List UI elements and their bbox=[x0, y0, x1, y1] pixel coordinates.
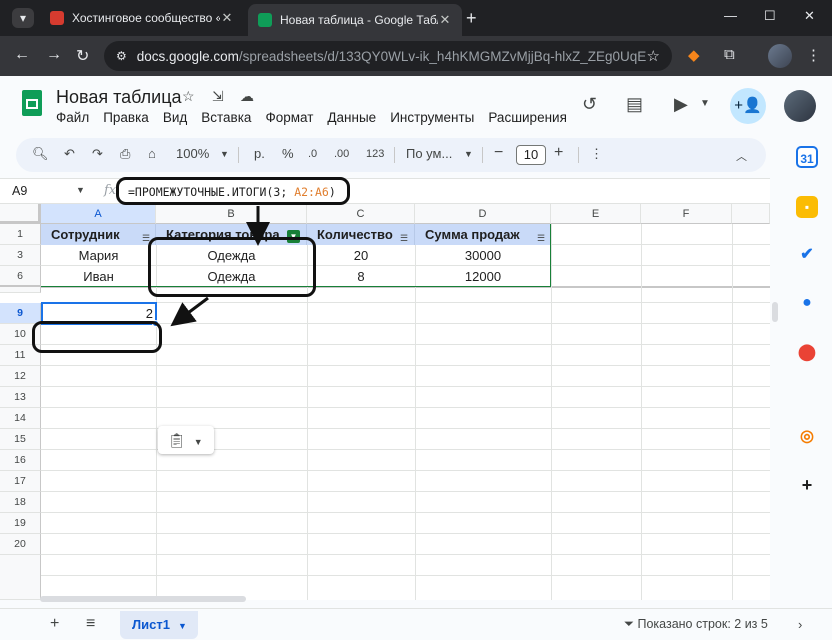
maps-icon[interactable]: ⬤ bbox=[796, 342, 818, 364]
timeweb-favicon-icon bbox=[50, 11, 64, 25]
browser-tab-bar: ▾ Хостинговое сообщество «Tim ✕ Новая та… bbox=[0, 0, 832, 36]
callout-arrows bbox=[170, 206, 270, 327]
back-icon[interactable]: ← bbox=[14, 46, 30, 64]
tasks-icon[interactable]: ✔ bbox=[796, 244, 818, 266]
filter-funnel-icon: ⏷ bbox=[624, 617, 638, 631]
filter-status: ⏷ Показано строк: 2 из 5 bbox=[624, 617, 768, 632]
bookmark-star-icon[interactable]: ☆ bbox=[647, 47, 660, 65]
minimize-icon[interactable]: — bbox=[724, 8, 737, 23]
contacts-icon[interactable]: ● bbox=[796, 292, 818, 314]
get-addons-plus-icon[interactable]: + bbox=[796, 474, 818, 496]
add-sheet-icon[interactable]: + bbox=[50, 615, 59, 633]
tab-title: Новая таблица - Google Табли bbox=[280, 13, 438, 27]
vertical-scrollbar[interactable] bbox=[772, 302, 778, 322]
close-tab-icon[interactable]: ✕ bbox=[438, 12, 452, 28]
metamask-extension-icon[interactable]: ◆ bbox=[688, 46, 700, 64]
filter-status-text: Показано строк: 2 из 5 bbox=[637, 617, 768, 631]
site-info-icon[interactable]: ⚙ bbox=[116, 49, 127, 63]
calendar-icon[interactable]: 31 bbox=[796, 146, 818, 168]
tab-title: Хостинговое сообщество «Tim bbox=[72, 11, 220, 25]
side-panel: 31 ▪ ✔ ● ⬤ ◎ + bbox=[784, 136, 832, 612]
maximize-icon[interactable]: ☐ bbox=[764, 8, 776, 24]
sheets-favicon-icon bbox=[258, 13, 272, 27]
show-side-panel-icon[interactable]: › bbox=[798, 617, 802, 632]
sheet-tab-label: Лист1 bbox=[132, 617, 170, 632]
chevron-down-icon: ▼ bbox=[177, 621, 187, 631]
office-addon-icon[interactable]: ◎ bbox=[796, 426, 818, 448]
url-text: docs.google.com/spreadsheets/d/133QY0WLv… bbox=[136, 48, 647, 64]
horizontal-scrollbar[interactable] bbox=[40, 596, 246, 602]
reload-icon[interactable]: ↻ bbox=[76, 46, 89, 66]
extensions-puzzle-icon[interactable]: ⧉ bbox=[724, 46, 735, 63]
close-tab-icon[interactable]: ✕ bbox=[220, 10, 234, 26]
arrow-diag bbox=[170, 296, 209, 327]
new-tab-button[interactable]: + bbox=[466, 8, 477, 29]
forward-icon[interactable]: → bbox=[46, 46, 62, 64]
tab-search-button[interactable]: ▾ bbox=[12, 8, 34, 28]
keep-icon[interactable]: ▪ bbox=[796, 196, 818, 218]
sheet-bottom-bar: + ≡ Лист1 ▼ ⏷ Показано строк: 2 из 5 › bbox=[0, 608, 832, 640]
close-window-icon[interactable]: ✕ bbox=[804, 8, 815, 24]
browser-tab-timeweb[interactable]: Хостинговое сообщество «Tim ✕ bbox=[40, 4, 244, 32]
browser-tab-sheets[interactable]: Новая таблица - Google Табли ✕ bbox=[248, 4, 462, 36]
address-bar[interactable]: ⚙ docs.google.com/spreadsheets/d/133QY0W… bbox=[104, 41, 672, 71]
sheets-app: Новая таблица ☆ ⇲ ☁ Файл Правка Вид Вста… bbox=[0, 76, 832, 640]
chrome-menu-icon[interactable]: ⋮ bbox=[806, 46, 821, 64]
chrome-profile-avatar[interactable] bbox=[768, 44, 792, 68]
all-sheets-icon[interactable]: ≡ bbox=[86, 615, 95, 633]
sheet-tab-list1[interactable]: Лист1 ▼ bbox=[120, 611, 198, 639]
browser-toolbar: ← → ↻ ⚙ docs.google.com/spreadsheets/d/1… bbox=[0, 36, 832, 76]
